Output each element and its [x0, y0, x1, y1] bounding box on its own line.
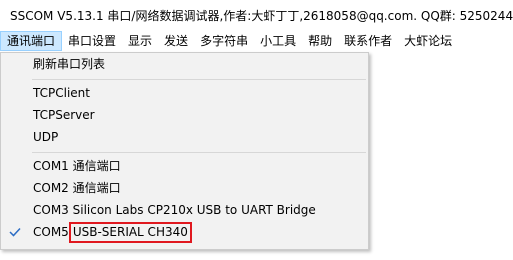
menu-tools[interactable]: 小工具	[254, 31, 302, 51]
menu-item-com2[interactable]: COM2 通信端口	[2, 177, 367, 199]
menu-item-com1[interactable]: COM1 通信端口	[2, 155, 367, 177]
sscom-window: SSCOM V5.13.1 串口/网络数据调试器,作者:大虾丁丁,2618058…	[0, 0, 513, 260]
menu-bar: 通讯端口 串口设置 显示 发送 多字符串 小工具 帮助 联系作者 大虾论坛	[0, 30, 513, 52]
comm-port-dropdown: 刷新串口列表 TCPClient TCPServer UDP COM1 通信端口…	[0, 52, 369, 250]
menu-item-udp[interactable]: UDP	[2, 126, 367, 148]
receive-area[interactable]	[369, 52, 513, 260]
menu-serial-settings[interactable]: 串口设置	[62, 31, 122, 51]
menu-item-tcp-server[interactable]: TCPServer	[2, 104, 367, 126]
menu-multi-string[interactable]: 多字符串	[194, 31, 254, 51]
menu-item-com5[interactable]: COM5 USB-SERIAL CH340	[2, 221, 367, 243]
com5-port-label: COM5	[33, 225, 69, 239]
menu-forum[interactable]: 大虾论坛	[398, 31, 458, 51]
com5-highlight-box: USB-SERIAL CH340	[68, 222, 192, 243]
menu-help[interactable]: 帮助	[302, 31, 338, 51]
menu-item-refresh-ports[interactable]: 刷新串口列表	[2, 53, 367, 75]
menu-contact-author[interactable]: 联系作者	[338, 31, 398, 51]
menu-separator	[32, 79, 366, 80]
menu-item-com3[interactable]: COM3 Silicon Labs CP210x USB to UART Bri…	[2, 199, 367, 221]
title-bar: SSCOM V5.13.1 串口/网络数据调试器,作者:大虾丁丁,2618058…	[0, 0, 513, 30]
menu-send[interactable]: 发送	[158, 31, 194, 51]
menu-separator	[32, 152, 366, 153]
com5-device-name: USB-SERIAL CH340	[72, 225, 188, 239]
menu-comm-port[interactable]: 通讯端口	[0, 31, 63, 51]
menu-item-tcp-client[interactable]: TCPClient	[2, 82, 367, 104]
window-title: SSCOM V5.13.1 串口/网络数据调试器,作者:大虾丁丁,2618058…	[10, 8, 513, 23]
checkmark-icon	[9, 227, 21, 237]
menu-display[interactable]: 显示	[122, 31, 158, 51]
